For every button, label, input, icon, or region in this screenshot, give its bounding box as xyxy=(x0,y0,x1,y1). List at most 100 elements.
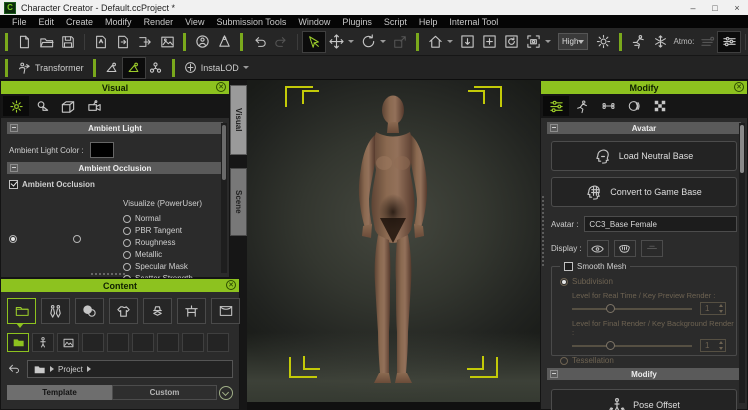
visual-panel-resize-grip[interactable] xyxy=(91,273,125,275)
pose-tool-active-button[interactable] xyxy=(123,58,145,78)
back-icon[interactable] xyxy=(7,363,21,375)
final-level-slider[interactable] xyxy=(572,341,692,351)
visual-scrollbar[interactable] xyxy=(221,123,227,273)
display-teeth-button[interactable] xyxy=(614,240,636,257)
apply-ao-radio[interactable] xyxy=(9,235,17,243)
tab-custom[interactable]: Custom xyxy=(112,385,217,400)
open-project-button[interactable] xyxy=(35,32,57,52)
center-view-button[interactable] xyxy=(478,32,500,52)
tab-animation[interactable] xyxy=(569,96,595,116)
fog-button[interactable] xyxy=(696,32,718,52)
undo-button[interactable] xyxy=(248,32,270,52)
3d-viewport[interactable] xyxy=(247,80,540,410)
collapse-icon[interactable] xyxy=(10,124,18,132)
content-panel-close-icon[interactable]: ✕ xyxy=(226,280,236,290)
category-stage[interactable] xyxy=(211,298,240,324)
display-extra-button[interactable] xyxy=(641,240,663,257)
tab-lighting[interactable] xyxy=(29,96,55,116)
menu-window[interactable]: Window xyxy=(292,17,336,27)
fit-to-view-button[interactable] xyxy=(456,32,478,52)
category-accessory[interactable] xyxy=(143,298,172,324)
side-tab-visual[interactable]: Visual xyxy=(230,85,247,155)
view-ao-radio[interactable] xyxy=(73,235,81,243)
menu-help[interactable]: Help xyxy=(413,17,444,27)
collapse-icon[interactable] xyxy=(550,370,558,378)
visual-panel-header[interactable]: Visual ✕ xyxy=(1,81,229,94)
merge-hierarchy-button[interactable] xyxy=(145,58,167,78)
final-level-spinner[interactable]: 1 xyxy=(700,339,726,352)
radio-roughness[interactable] xyxy=(123,239,131,247)
instalod-button[interactable]: InstaLOD xyxy=(180,59,256,77)
avatar-name-input[interactable] xyxy=(584,216,737,232)
realtime-level-slider[interactable] xyxy=(572,304,692,314)
tab-texture[interactable] xyxy=(647,96,673,116)
instalod-dropdown[interactable] xyxy=(243,66,249,69)
save-project-button[interactable] xyxy=(57,32,79,52)
breadcrumb-root[interactable]: Project xyxy=(58,365,83,374)
move-tool-dropdown[interactable] xyxy=(348,40,354,43)
collapse-icon[interactable] xyxy=(10,164,18,172)
menu-file[interactable]: File xyxy=(6,17,33,27)
home-view-dropdown[interactable] xyxy=(447,40,453,43)
tessellation-radio[interactable] xyxy=(560,357,568,365)
subcategory-folder[interactable] xyxy=(7,333,29,352)
content-panel-header[interactable]: Content ✕ xyxy=(1,279,239,292)
ambient-light-section-header[interactable]: Ambient Light xyxy=(7,122,223,134)
atmosphere-button[interactable] xyxy=(649,32,671,52)
select-tool-button[interactable] xyxy=(303,32,325,52)
tab-render-settings[interactable] xyxy=(3,96,29,116)
reset-camera-button[interactable] xyxy=(500,32,522,52)
modify-panel-grip[interactable] xyxy=(542,196,544,266)
menu-render[interactable]: Render xyxy=(138,17,180,27)
convert-to-game-base-button[interactable]: Convert to Game Base xyxy=(551,177,737,207)
render-image-button[interactable] xyxy=(156,32,178,52)
avatar-section-header[interactable]: Avatar xyxy=(547,122,741,134)
load-neutral-base-button[interactable]: Load Neutral Base xyxy=(551,141,737,171)
visual-panel-close-icon[interactable]: ✕ xyxy=(216,82,226,92)
subdivision-radio[interactable] xyxy=(560,278,568,286)
tab-camera[interactable] xyxy=(81,96,107,116)
rotate-tool-button[interactable] xyxy=(357,32,379,52)
expand-chevron-icon[interactable] xyxy=(219,386,233,400)
smooth-mesh-checkbox[interactable] xyxy=(564,262,573,271)
collapse-icon[interactable] xyxy=(550,124,558,132)
realtime-level-spinner[interactable]: 1 xyxy=(700,302,726,315)
menu-view[interactable]: View xyxy=(179,17,210,27)
modify-panel-close-icon[interactable]: ✕ xyxy=(734,82,744,92)
radio-pbr-tangent[interactable] xyxy=(123,227,131,235)
new-project-button[interactable] xyxy=(13,32,35,52)
move-tool-button[interactable] xyxy=(325,32,347,52)
breadcrumb[interactable]: Project xyxy=(27,360,233,378)
menu-modify[interactable]: Modify xyxy=(99,17,138,27)
a-pose-button[interactable] xyxy=(213,32,235,52)
redo-button[interactable] xyxy=(270,32,292,52)
menu-create[interactable]: Create xyxy=(60,17,99,27)
transformer-button[interactable]: Transformer xyxy=(13,59,88,77)
camera-frame-button[interactable] xyxy=(522,32,544,52)
category-actor[interactable] xyxy=(41,298,70,324)
subcategory-scene[interactable] xyxy=(57,333,79,352)
modify-panel-header[interactable]: Modify ✕ xyxy=(541,81,747,94)
scale-tool-button[interactable] xyxy=(389,32,411,52)
tab-bone[interactable] xyxy=(595,96,621,116)
quality-select[interactable]: High xyxy=(558,33,588,50)
tab-shadow[interactable] xyxy=(55,96,81,116)
radio-specular-mask[interactable] xyxy=(123,263,131,271)
display-eye-button[interactable] xyxy=(587,240,609,257)
ambient-light-color-swatch[interactable] xyxy=(90,142,114,158)
focus-avatar-button[interactable] xyxy=(191,32,213,52)
maximize-button[interactable]: □ xyxy=(704,3,726,13)
category-cloth[interactable] xyxy=(109,298,138,324)
tab-template[interactable]: Template xyxy=(7,385,112,400)
category-props[interactable] xyxy=(177,298,206,324)
tab-morph[interactable] xyxy=(621,96,647,116)
rotate-tool-dropdown[interactable] xyxy=(380,40,386,43)
menu-plugins[interactable]: Plugins xyxy=(336,17,378,27)
lighting-button[interactable] xyxy=(592,32,614,52)
pose-offset-button[interactable]: Pose Offset xyxy=(551,389,737,410)
side-tab-scene[interactable]: Scene xyxy=(230,168,247,236)
motion-blur-button[interactable] xyxy=(627,32,649,52)
subcategory-avatar[interactable] xyxy=(32,333,54,352)
camera-frame-dropdown[interactable] xyxy=(545,40,551,43)
category-project[interactable] xyxy=(7,298,36,324)
